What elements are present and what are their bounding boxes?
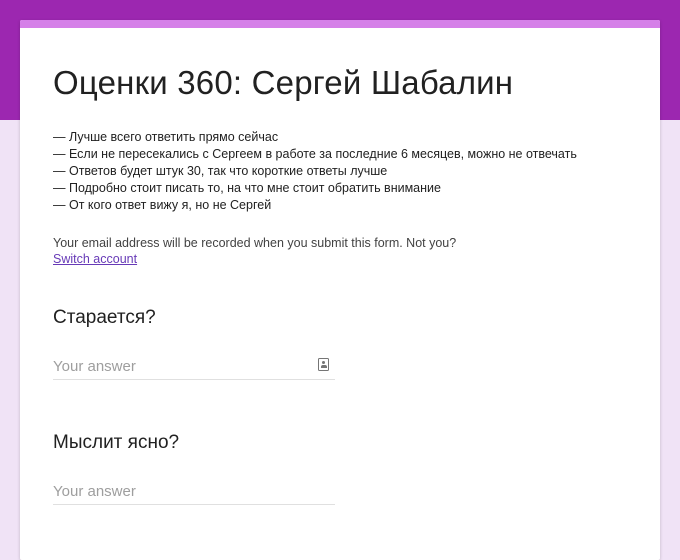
switch-account-link[interactable]: Switch account (53, 251, 137, 267)
answer-placeholder: Your answer (53, 358, 136, 375)
autofill-contact-icon[interactable] (318, 358, 329, 371)
answer-input[interactable]: Your answer (53, 478, 335, 505)
answer-placeholder: Your answer (53, 483, 136, 500)
card-accent-bar (20, 20, 660, 28)
form-description: — Лучше всего ответить прямо сейчас — Ес… (53, 129, 577, 214)
question-title: Мыслит ясно? (53, 432, 180, 453)
question-title: Старается? (53, 307, 156, 328)
answer-input[interactable]: Your answer (53, 353, 335, 380)
form-card: Оценки 360: Сергей Шабалин — Лучше всего… (20, 20, 660, 560)
form-title: Оценки 360: Сергей Шабалин (53, 64, 514, 101)
description-line: — От кого ответ вижу я, но не Сергей (53, 198, 272, 212)
description-line: — Подробно стоит писать то, на что мне с… (53, 181, 441, 195)
description-line: — Ответов будет штук 30, так что коротки… (53, 164, 388, 178)
description-line: — Лучше всего ответить прямо сейчас (53, 130, 279, 144)
description-line: — Если не пересекались с Сергеем в работ… (53, 147, 577, 161)
email-recorded-note: Your email address will be recorded when… (53, 236, 457, 250)
